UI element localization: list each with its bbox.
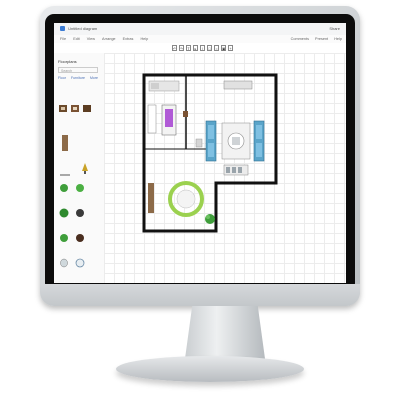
- help-button[interactable]: Help: [334, 37, 342, 41]
- cabinet-shape[interactable]: [147, 104, 157, 134]
- image-tool-icon[interactable]: ▣: [221, 45, 226, 51]
- sofa-left[interactable]: [205, 120, 217, 162]
- tv-unit[interactable]: [223, 80, 253, 90]
- select-tool-icon[interactable]: ▸: [193, 45, 198, 51]
- monitor-stand-base: [116, 356, 304, 382]
- round-rug[interactable]: [168, 181, 204, 217]
- coffee-table[interactable]: [221, 122, 251, 160]
- menu-arrange[interactable]: Arrange: [102, 37, 116, 41]
- chair-icon[interactable]: [71, 105, 79, 112]
- share-button[interactable]: Share: [329, 26, 340, 31]
- document-title-text: Untitled diagram: [68, 26, 98, 31]
- document-title[interactable]: Untitled diagram: [60, 26, 98, 32]
- bed-shape[interactable]: [161, 104, 177, 136]
- table-icon[interactable]: [59, 105, 67, 112]
- app-logo-icon: [60, 26, 65, 32]
- monitor-bezel: Untitled diagram Share File Edit View Ar…: [45, 14, 355, 292]
- toilet-icon[interactable]: [60, 258, 68, 268]
- bench-shape[interactable]: [148, 183, 154, 213]
- screen: Untitled diagram Share File Edit View Ar…: [54, 23, 346, 283]
- menu-edit[interactable]: Edit: [73, 37, 80, 41]
- menu-view[interactable]: View: [87, 37, 95, 41]
- kitchen-counter[interactable]: [148, 80, 180, 92]
- circle-tool-icon[interactable]: ○: [214, 45, 219, 51]
- chair-shape[interactable]: [183, 111, 188, 117]
- table-icon[interactable]: [83, 105, 91, 112]
- menu-help[interactable]: Help: [140, 37, 148, 41]
- dining-table[interactable]: [223, 164, 249, 176]
- sofa-right[interactable]: [253, 120, 265, 162]
- shape-grid: [59, 105, 91, 268]
- present-button[interactable]: Present: [315, 37, 328, 41]
- plant-icon[interactable]: [205, 214, 215, 224]
- floor-plan[interactable]: [104, 53, 346, 283]
- redo-icon[interactable]: ↷: [179, 45, 184, 51]
- monitor: Untitled diagram Share File Edit View Ar…: [40, 6, 360, 306]
- plant-icon[interactable]: [59, 208, 85, 218]
- clock-icon[interactable]: [75, 258, 85, 268]
- armchair-shape[interactable]: [195, 138, 203, 148]
- plant-icon[interactable]: [60, 184, 84, 192]
- rug-icon[interactable]: [62, 135, 68, 151]
- comments-button[interactable]: Comments: [291, 37, 309, 41]
- shape-library-panel: Floorplans Search Floor Furniture More: [54, 53, 105, 283]
- rectangle-tool-icon[interactable]: □: [207, 45, 212, 51]
- menu-file[interactable]: File: [60, 37, 66, 41]
- drawing-canvas[interactable]: [104, 53, 346, 283]
- text-tool-icon[interactable]: T: [186, 45, 191, 51]
- menu-right-group: Comments Present Help: [286, 35, 342, 43]
- monitor-chin: [40, 284, 360, 306]
- zoom-tool-icon[interactable]: +: [228, 45, 233, 51]
- plant-icon[interactable]: [60, 234, 84, 242]
- line-tool-icon[interactable]: /: [200, 45, 205, 51]
- menu-extras[interactable]: Extras: [123, 37, 134, 41]
- lamp-icon[interactable]: [82, 163, 88, 174]
- undo-icon[interactable]: ↶: [172, 45, 177, 51]
